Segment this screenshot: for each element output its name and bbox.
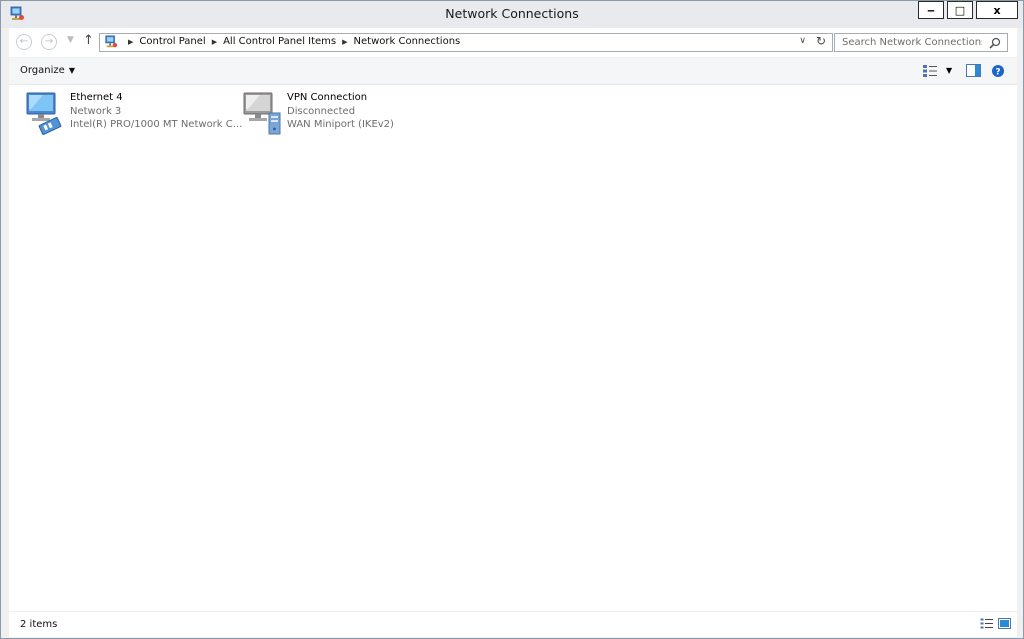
- address-bar[interactable]: ▶ Control Panel ▶ All Control Panel Item…: [99, 33, 833, 52]
- list-item-vpn-connection[interactable]: VPN Connection Disconnected WAN Miniport…: [236, 89, 446, 141]
- connection-device: WAN Miniport (IKEv2): [287, 119, 394, 130]
- chevron-right-icon[interactable]: ▶: [128, 38, 133, 46]
- connections-list[interactable]: Ethernet 4 Network 3 Intel(R) PRO/1000 M…: [9, 85, 1017, 611]
- forward-arrow-icon: →: [44, 36, 54, 47]
- chevron-down-icon: ▼: [68, 66, 75, 75]
- search-box[interactable]: [834, 33, 1008, 52]
- up-arrow-icon: ↑: [83, 33, 94, 48]
- search-input[interactable]: [842, 35, 982, 50]
- minimize-icon: ‒: [927, 3, 935, 17]
- organize-label: Organize: [20, 65, 65, 76]
- back-button[interactable]: ←: [16, 34, 32, 50]
- item-count: 2 items: [20, 619, 58, 630]
- item-details: VPN Connection Disconnected WAN Miniport…: [287, 91, 394, 132]
- view-options-dropdown-icon[interactable]: ▼: [946, 66, 952, 80]
- preview-pane-icon[interactable]: [966, 64, 981, 78]
- up-button[interactable]: ↑: [83, 34, 94, 47]
- window-title: Network Connections: [445, 6, 579, 21]
- back-arrow-icon: ←: [19, 36, 29, 47]
- caption-buttons: ‒ □ x: [918, 1, 1018, 19]
- change-view-icon[interactable]: [922, 64, 938, 78]
- breadcrumb-control-panel[interactable]: Control Panel: [139, 36, 205, 47]
- minimize-button[interactable]: ‒: [918, 1, 944, 19]
- search-icon[interactable]: [989, 37, 1001, 49]
- connection-status: Network 3: [70, 105, 122, 117]
- refresh-icon[interactable]: ↻: [816, 34, 826, 48]
- breadcrumb: ▶ Control Panel ▶ All Control Panel Item…: [122, 36, 460, 47]
- title-bar[interactable]: Network Connections ‒ □ x: [1, 1, 1023, 28]
- organize-button[interactable]: Organize ▼: [20, 65, 75, 76]
- connection-name: VPN Connection: [287, 92, 368, 103]
- navigation-bar: ← → ▼ ↑ ▶ Control Panel ▶ All Control Pa…: [9, 28, 1017, 57]
- ethernet-adapter-icon: [26, 92, 62, 135]
- breadcrumb-network-connections[interactable]: Network Connections: [354, 36, 461, 47]
- window: Network Connections ‒ □ x ← → ▼ ↑ ▶ Cont…: [0, 0, 1024, 639]
- list-item-ethernet-4[interactable]: Ethernet 4 Network 3 Intel(R) PRO/1000 M…: [19, 89, 242, 141]
- connection-name: Ethernet 4: [70, 92, 123, 103]
- large-icons-view-icon[interactable]: [998, 618, 1011, 629]
- connection-device: Intel(R) PRO/1000 MT Network C...: [70, 119, 243, 130]
- address-dropdown-icon[interactable]: ∨: [799, 36, 806, 46]
- details-view-icon[interactable]: [980, 618, 993, 629]
- svg-text:?: ?: [995, 68, 1000, 78]
- connection-status: Disconnected: [287, 105, 356, 117]
- close-icon: x: [993, 3, 1001, 17]
- recent-locations-dropdown[interactable]: ▼: [67, 35, 74, 45]
- close-button[interactable]: x: [976, 1, 1018, 19]
- help-icon[interactable]: ?: [991, 64, 1005, 78]
- vpn-connection-icon: [243, 92, 281, 135]
- status-bar: 2 items: [9, 611, 1017, 637]
- chevron-right-icon[interactable]: ▶: [212, 38, 217, 46]
- maximize-button[interactable]: □: [947, 1, 973, 19]
- control-panel-icon: [105, 35, 118, 48]
- forward-button[interactable]: →: [41, 34, 57, 50]
- command-bar: Organize ▼ ▼ ?: [9, 58, 1017, 85]
- breadcrumb-all-control-panel-items[interactable]: All Control Panel Items: [223, 36, 336, 47]
- item-details: Ethernet 4 Network 3 Intel(R) PRO/1000 M…: [70, 91, 242, 132]
- maximize-icon: □: [954, 3, 966, 17]
- chevron-right-icon[interactable]: ▶: [342, 38, 347, 46]
